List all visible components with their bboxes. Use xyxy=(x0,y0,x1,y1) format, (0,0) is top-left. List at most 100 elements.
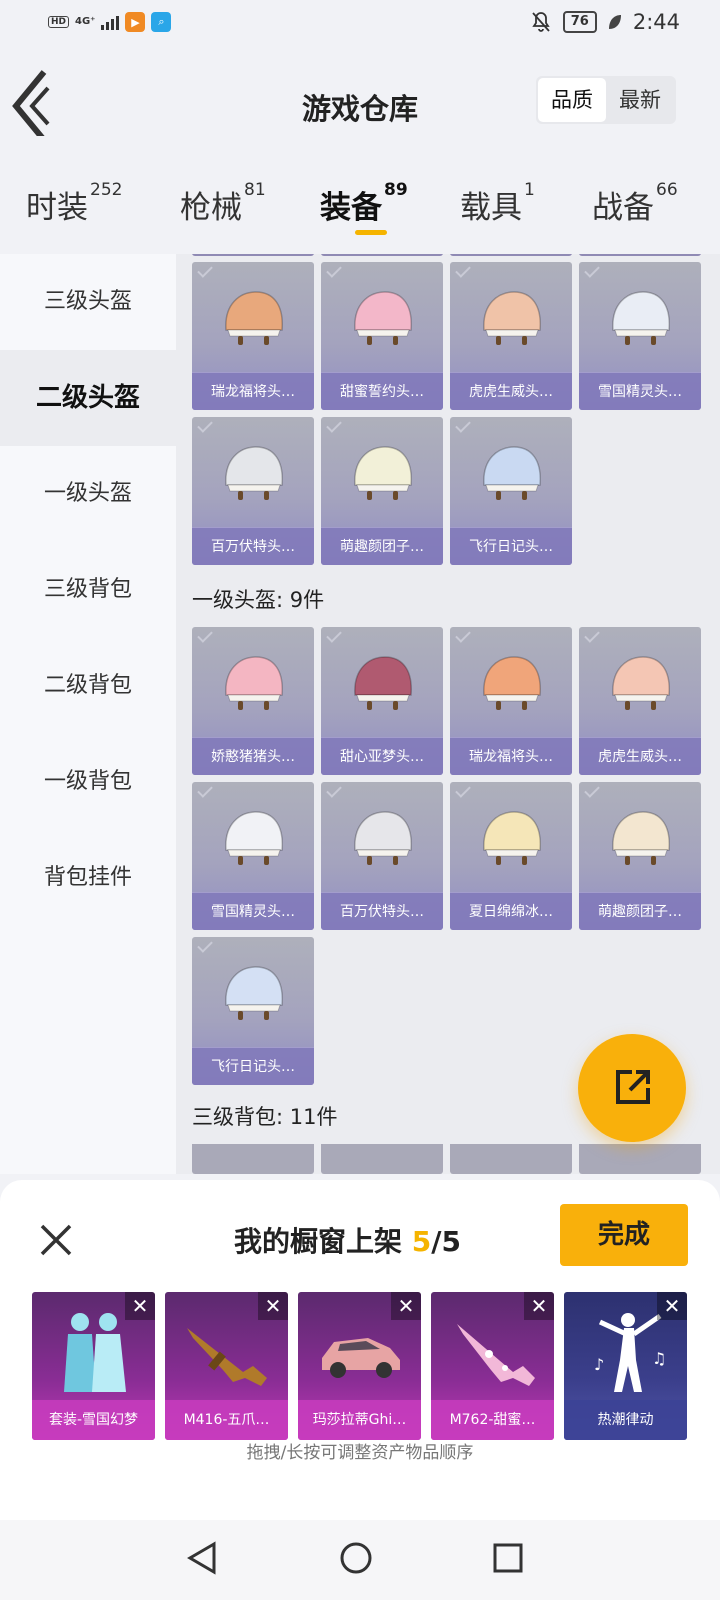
status-left: HD 4G⁺ ▶ ⌕ xyxy=(48,12,172,32)
item-name: 萌趣颜团子… xyxy=(579,892,701,930)
level1-helmet-grid: 娇憨猪猪头… 甜心亚梦头… 瑞龙福将头… 虎虎生威头… 雪国精灵头… 百万伏特头… 夏日绵绵… xyxy=(192,627,712,1085)
check-icon xyxy=(584,782,600,798)
item-card[interactable]: 夏日绵绵冰… xyxy=(450,782,572,930)
helmet-icon xyxy=(225,656,283,710)
item-card[interactable]: 百万伏特头… xyxy=(192,417,314,565)
remove-item-button[interactable]: ✕ xyxy=(258,1292,288,1320)
tab-equipment[interactable]: 装备 89 xyxy=(320,180,408,227)
check-icon xyxy=(197,937,213,953)
item-name: 飞行日记头… xyxy=(192,1047,314,1085)
item-card[interactable]: 飞行日记头… xyxy=(192,937,314,1085)
item-card[interactable]: 萌趣颜团子… xyxy=(321,417,443,565)
item-card[interactable]: 甜蜜誓约头… xyxy=(321,262,443,410)
item-card[interactable]: 飞行日记头… xyxy=(450,417,572,565)
item-name: 娇憨猪猪头… xyxy=(192,737,314,775)
showcase-item-name: M762-甜蜜… xyxy=(431,1400,554,1440)
section-title-level1-helmet: 一级头盔: 9件 xyxy=(192,588,325,612)
helmet-icon xyxy=(354,656,412,710)
item-card[interactable]: 瑞龙福将头… xyxy=(192,262,314,410)
helmet-icon xyxy=(225,966,283,1020)
check-icon xyxy=(197,627,213,643)
close-icon[interactable] xyxy=(36,1220,76,1260)
section-title-level3-bag: 三级背包: 11件 xyxy=(192,1105,338,1129)
item-card[interactable]: 萌趣颜团子… xyxy=(579,782,701,930)
helmet-icon xyxy=(483,811,541,865)
sidebar-item-level2-bag[interactable]: 二级背包 xyxy=(0,638,176,734)
nav-back-icon[interactable] xyxy=(184,1540,220,1576)
tab-supplies[interactable]: 战备 66 xyxy=(592,180,678,227)
helmet-icon xyxy=(483,446,541,500)
item-card[interactable]: 娇憨猪猪头… xyxy=(192,627,314,775)
item-name: 瑞龙福将头… xyxy=(192,372,314,410)
tab-vehicles[interactable]: 载具 1 xyxy=(460,180,535,227)
remove-item-button[interactable]: ✕ xyxy=(391,1292,421,1320)
item-name: 夏日绵绵冰… xyxy=(450,892,572,930)
showcase-shelf: ✕ 套装-雪国幻梦 ✕ M416-五爪… ✕ 玛莎拉蒂Ghi… ✕ M762-甜… xyxy=(32,1292,687,1440)
item-card[interactable]: 雪国精灵头… xyxy=(192,782,314,930)
showcase-item[interactable]: ✕ 套装-雪国幻梦 xyxy=(32,1292,155,1440)
item-card[interactable]: 百万伏特头… xyxy=(321,782,443,930)
helmet-icon xyxy=(612,291,670,345)
leaf-icon xyxy=(608,15,621,29)
next-row-peek xyxy=(192,1144,701,1174)
nav-home-icon[interactable] xyxy=(338,1540,374,1576)
nav-recents-icon[interactable] xyxy=(490,1540,526,1576)
item-name: 甜蜜誓约头… xyxy=(321,372,443,410)
category-tabs: 时装 252 枪械 81 装备 89 载具 1 战备 66 xyxy=(0,170,720,246)
status-right: 76 2:44 xyxy=(529,10,680,34)
video-app-icon: ▶ xyxy=(125,12,146,32)
sort-latest-button[interactable]: 最新 xyxy=(606,78,674,122)
sidebar-item-level1-bag[interactable]: 一级背包 xyxy=(0,734,176,830)
item-name: 虎虎生威头… xyxy=(579,737,701,775)
item-card[interactable]: 甜心亚梦头… xyxy=(321,627,443,775)
car-icon xyxy=(322,1338,400,1378)
item-name: 雪国精灵头… xyxy=(192,892,314,930)
clock: 2:44 xyxy=(632,10,680,34)
sidebar-item-level3-helmet[interactable]: 三级头盔 xyxy=(0,254,176,350)
share-button[interactable] xyxy=(578,1034,686,1142)
svg-text:♪: ♪ xyxy=(594,1355,604,1374)
check-icon xyxy=(197,262,213,278)
network-type: 4G⁺ xyxy=(75,16,96,27)
sidebar-item-level2-helmet[interactable]: 二级头盔 xyxy=(0,350,176,446)
item-card[interactable]: 雪国精灵头… xyxy=(579,262,701,410)
sidebar: 三级头盔 二级头盔 一级头盔 三级背包 二级背包 一级背包 背包挂件 xyxy=(0,254,176,1174)
remove-item-button[interactable]: ✕ xyxy=(125,1292,155,1320)
item-name: 萌趣颜团子… xyxy=(321,527,443,565)
item-card[interactable]: 瑞龙福将头… xyxy=(450,627,572,775)
helmet-icon xyxy=(612,656,670,710)
search-app-icon: ⌕ xyxy=(151,12,172,32)
battery-indicator: 76 xyxy=(562,11,597,33)
helmet-icon xyxy=(612,811,670,865)
showcase-sheet: 我的橱窗上架 5/5 完成 ✕ 套装-雪国幻梦 ✕ M416-五爪… ✕ 玛莎拉… xyxy=(0,1180,720,1520)
item-name: 飞行日记头… xyxy=(450,527,572,565)
sidebar-item-level1-helmet[interactable]: 一级头盔 xyxy=(0,446,176,542)
sidebar-item-level3-bag[interactable]: 三级背包 xyxy=(0,542,176,638)
showcase-item[interactable]: ♪ ♫ ✕ 热潮律动 xyxy=(564,1292,687,1440)
helmet-icon xyxy=(225,811,283,865)
remove-item-button[interactable]: ✕ xyxy=(524,1292,554,1320)
share-export-icon xyxy=(616,1070,650,1104)
svg-text:♫: ♫ xyxy=(652,1349,666,1368)
helmet-icon xyxy=(354,446,412,500)
page-header: 游戏仓库 品质 最新 xyxy=(0,46,720,156)
item-name: 甜心亚梦头… xyxy=(321,737,443,775)
sidebar-item-bag-pendant[interactable]: 背包挂件 xyxy=(0,830,176,926)
tab-weapons[interactable]: 枪械 81 xyxy=(180,180,266,227)
remove-item-button[interactable]: ✕ xyxy=(657,1292,687,1320)
tab-fashion[interactable]: 时装 252 xyxy=(26,180,122,227)
system-nav-bar xyxy=(0,1520,720,1600)
showcase-item[interactable]: ✕ 玛莎拉蒂Ghi… xyxy=(298,1292,421,1440)
helmet-icon xyxy=(354,291,412,345)
mute-bell-icon xyxy=(532,12,550,32)
item-card[interactable]: 虎虎生威头… xyxy=(579,627,701,775)
sort-quality-button[interactable]: 品质 xyxy=(538,78,606,122)
showcase-item[interactable]: ✕ M762-甜蜜… xyxy=(431,1292,554,1440)
done-button[interactable]: 完成 xyxy=(560,1204,688,1266)
item-card[interactable]: 虎虎生威头… xyxy=(450,262,572,410)
showcase-item[interactable]: ✕ M416-五爪… xyxy=(165,1292,288,1440)
level2-helmet-grid: 瑞龙福将头… 甜蜜誓约头… 虎虎生威头… 雪国精灵头… 百万伏特头… 萌趣颜团子… 飞行日记… xyxy=(192,262,712,565)
check-icon xyxy=(326,627,342,643)
outfit-icon xyxy=(64,1313,126,1392)
dance-emote-icon: ♪ ♫ xyxy=(594,1313,666,1392)
